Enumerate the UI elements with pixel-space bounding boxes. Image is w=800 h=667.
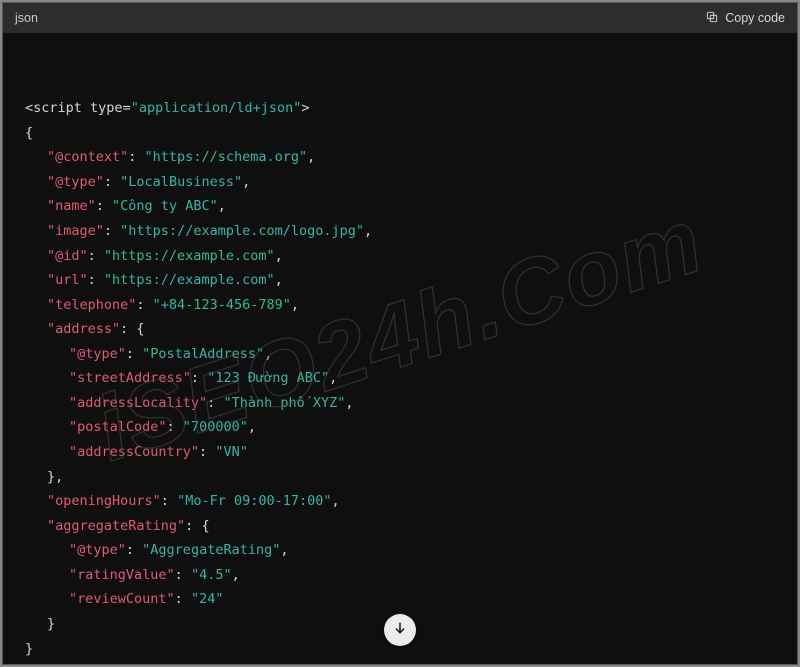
- code-token: "application/ld+json": [131, 100, 302, 116]
- code-token: {: [25, 125, 33, 141]
- code-token: "https://schema.org": [145, 149, 308, 165]
- code-token: "123 Đường ABC": [207, 370, 329, 386]
- copy-code-button[interactable]: Copy code: [705, 10, 785, 27]
- code-token: :: [207, 395, 223, 411]
- code-token: "telephone": [47, 297, 136, 313]
- code-token: "@type": [69, 542, 126, 558]
- code-token: ,: [242, 174, 250, 190]
- code-token: "reviewCount": [69, 591, 175, 607]
- code-token: :: [175, 567, 191, 583]
- code-token: ,: [307, 149, 315, 165]
- code-block-frame: json Copy code iSEO24h.Com <script type=…: [2, 2, 798, 665]
- code-token: "@type": [47, 174, 104, 190]
- code-token: "ratingValue": [69, 567, 175, 583]
- code-token: ,: [275, 272, 283, 288]
- code-token: "700000": [183, 419, 248, 435]
- code-token: "4.5": [191, 567, 232, 583]
- code-token: "@context": [47, 149, 128, 165]
- code-token: "PostalAddress": [142, 346, 264, 362]
- code-token: :: [161, 493, 177, 509]
- code-token: :: [104, 174, 120, 190]
- code-token: :: [126, 542, 142, 558]
- code-token: type: [82, 100, 123, 116]
- code-token: "Công ty ABC": [112, 198, 218, 214]
- code-block-header: json Copy code: [3, 3, 797, 33]
- code-token: :: [126, 346, 142, 362]
- code-token: {: [201, 518, 209, 534]
- code-token: :: [175, 591, 191, 607]
- code-token: ,: [248, 419, 256, 435]
- code-token: "https://example.com": [104, 272, 275, 288]
- code-token: ,: [291, 297, 299, 313]
- code-token: :: [88, 248, 104, 264]
- code-token: "@id": [47, 248, 88, 264]
- code-token: :: [96, 198, 112, 214]
- code-token: "aggregateRating": [47, 518, 185, 534]
- code-token: "image": [47, 223, 104, 239]
- code-token: }: [25, 641, 33, 657]
- code-token: :: [199, 444, 215, 460]
- copy-icon: [705, 10, 719, 27]
- code-token: "postalCode": [69, 419, 167, 435]
- code-token: ,: [218, 198, 226, 214]
- code-token: ,: [232, 567, 240, 583]
- code-token: >: [301, 100, 309, 116]
- code-token: ,: [264, 346, 272, 362]
- code-token: :: [88, 272, 104, 288]
- copy-code-label: Copy code: [725, 11, 785, 25]
- code-token: "addressLocality": [69, 395, 207, 411]
- code-token: "24": [191, 591, 224, 607]
- code-token: "Mo-Fr 09:00-17:00": [177, 493, 331, 509]
- code-token: :: [104, 223, 120, 239]
- scroll-down-button[interactable]: [384, 614, 416, 646]
- code-token: ,: [280, 542, 288, 558]
- code-token: :: [128, 149, 144, 165]
- code-token: "VN": [215, 444, 248, 460]
- code-token: "name": [47, 198, 96, 214]
- code-token: :: [185, 518, 201, 534]
- code-token: "url": [47, 272, 88, 288]
- code-token: :: [136, 297, 152, 313]
- code-token: "AggregateRating": [142, 542, 280, 558]
- code-token: "https://example.com": [104, 248, 275, 264]
- code-content: iSEO24h.Com <script type="application/ld…: [3, 33, 797, 664]
- code-token: "openingHours": [47, 493, 161, 509]
- code-token: "https://example.com/logo.jpg": [120, 223, 364, 239]
- code-token: "LocalBusiness": [120, 174, 242, 190]
- code-token: "@type": [69, 346, 126, 362]
- code-token: ,: [332, 493, 340, 509]
- code-token: ,: [364, 223, 372, 239]
- code-token: :: [167, 419, 183, 435]
- code-token: "addressCountry": [69, 444, 199, 460]
- code-token: {: [136, 321, 144, 337]
- code-token: },: [47, 469, 63, 485]
- code-token: "Thành phố XYZ": [223, 395, 345, 411]
- code-token: "+84-123-456-789": [153, 297, 291, 313]
- language-label: json: [15, 11, 38, 25]
- code-token: :: [120, 321, 136, 337]
- arrow-down-icon: [392, 620, 408, 640]
- code-token: ,: [329, 370, 337, 386]
- code-token: <script: [25, 100, 82, 116]
- code-token: }: [47, 616, 55, 632]
- code-token: "address": [47, 321, 120, 337]
- code-token: :: [191, 370, 207, 386]
- code-token: ,: [275, 248, 283, 264]
- code-token: ,: [345, 395, 353, 411]
- code-token: "streetAddress": [69, 370, 191, 386]
- code-token: =: [123, 100, 131, 116]
